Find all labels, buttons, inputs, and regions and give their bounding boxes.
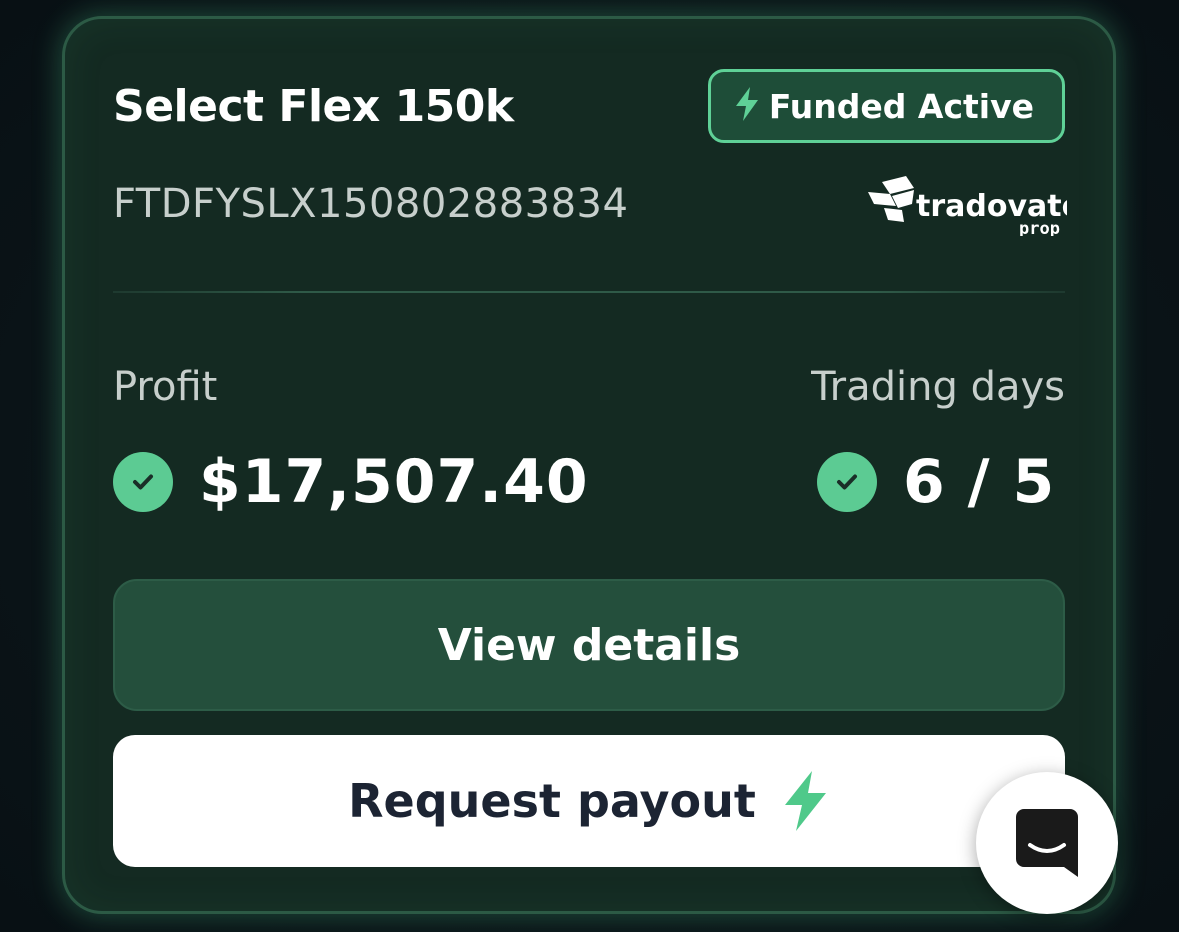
lightning-bolt-icon bbox=[733, 86, 761, 126]
profit-label: Profit bbox=[113, 364, 218, 410]
request-payout-label: Request payout bbox=[348, 774, 756, 828]
page: Select Flex 150k Funded Active FTDFYSLX1… bbox=[0, 0, 1179, 932]
status-badge-label: Funded Active bbox=[768, 86, 1034, 126]
view-details-label: View details bbox=[437, 619, 741, 671]
profit-value: $17,507.40 bbox=[199, 447, 589, 517]
check-circle-icon bbox=[113, 452, 173, 512]
check-circle-icon bbox=[817, 452, 877, 512]
account-card: Select Flex 150k Funded Active FTDFYSLX1… bbox=[62, 16, 1116, 914]
profit-stat: $17,507.40 bbox=[113, 447, 589, 517]
divider bbox=[113, 291, 1065, 293]
request-payout-button[interactable]: Request payout bbox=[113, 735, 1065, 867]
chat-launcher-button[interactable] bbox=[976, 772, 1118, 914]
tradovate-prop-logo: tradovate prop bbox=[862, 174, 1082, 239]
broker-logo-sub: prop bbox=[1019, 219, 1060, 236]
trading-days-stat: 6 / 5 bbox=[817, 447, 1055, 517]
account-title: Select Flex 150k bbox=[113, 81, 514, 132]
trading-days-label: Trading days bbox=[811, 364, 1065, 410]
lightning-bolt-icon bbox=[784, 771, 826, 831]
status-badge: Funded Active bbox=[707, 69, 1065, 143]
chat-bubble-icon bbox=[1016, 809, 1078, 877]
trading-days-value: 6 / 5 bbox=[903, 447, 1056, 517]
account-id: FTDFYSLX150802883834 bbox=[113, 181, 629, 227]
view-details-button[interactable]: View details bbox=[113, 579, 1065, 711]
